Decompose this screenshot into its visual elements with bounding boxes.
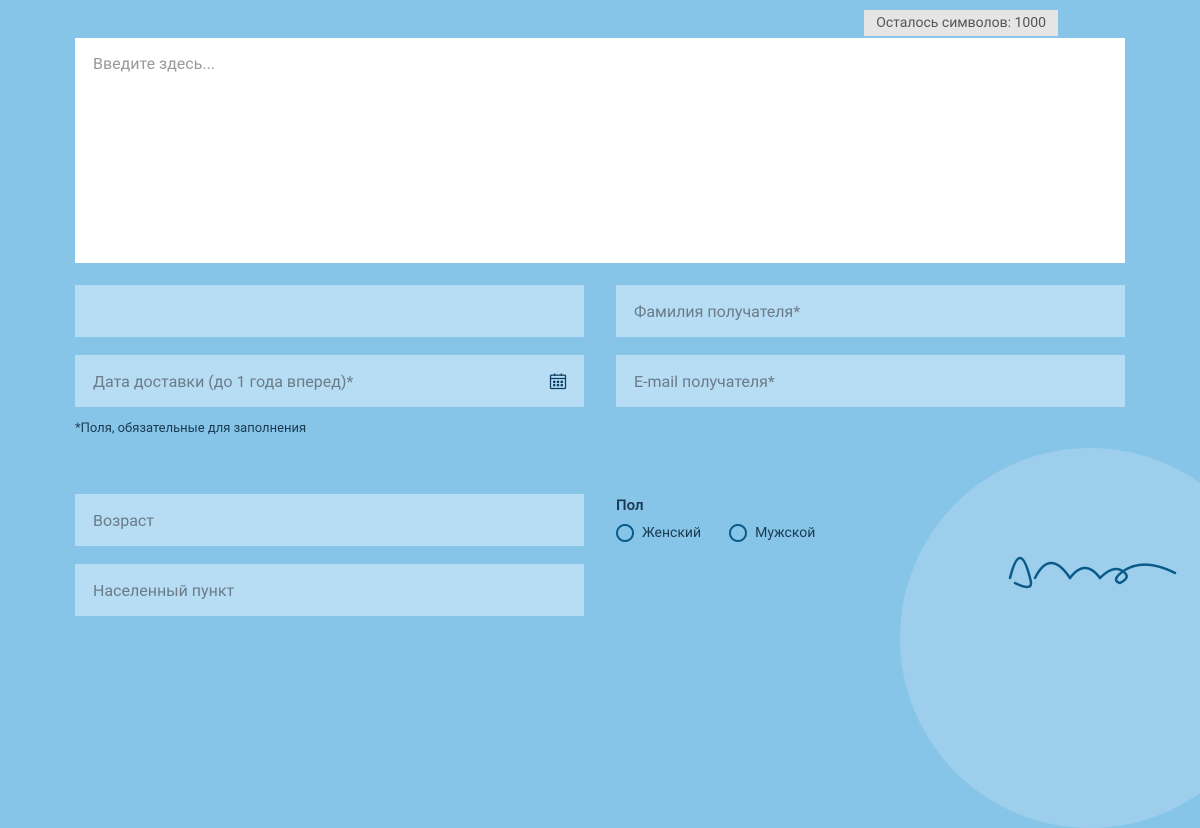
required-fields-note: *Поля, обязательные для заполнения — [75, 421, 1125, 436]
gender-male-label: Мужской — [755, 525, 815, 541]
secondary-form-grid: Пол Женский Мужской — [75, 494, 1125, 616]
date-input-wrapper — [75, 355, 584, 407]
signature-logo — [1000, 528, 1180, 598]
form-container: Осталось символов: 1000 — [0, 0, 1200, 616]
message-textarea-wrapper — [75, 38, 1125, 267]
gender-label: Пол — [616, 496, 1125, 514]
delivery-date-input[interactable] — [75, 355, 584, 407]
message-textarea[interactable] — [75, 38, 1125, 263]
email-input[interactable] — [616, 355, 1125, 407]
char-counter-value: 1000 — [1015, 15, 1046, 31]
char-counter-label: Осталось символов: — [876, 15, 1011, 31]
location-input[interactable] — [75, 564, 584, 616]
last-name-input[interactable] — [616, 285, 1125, 337]
primary-form-grid — [75, 285, 1125, 407]
radio-circle-icon — [616, 524, 634, 542]
left-column — [75, 494, 584, 616]
gender-radio-male[interactable]: Мужской — [729, 524, 815, 542]
first-name-input[interactable] — [75, 285, 584, 337]
gender-radio-female[interactable]: Женский — [616, 524, 701, 542]
age-input[interactable] — [75, 494, 584, 546]
char-counter: Осталось символов: 1000 — [864, 10, 1058, 36]
gender-female-label: Женский — [642, 525, 701, 541]
radio-circle-icon — [729, 524, 747, 542]
